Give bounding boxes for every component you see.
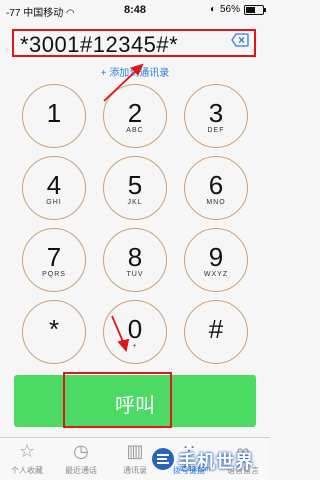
add-to-contacts-link[interactable]: + 添加到通讯录 (0, 64, 270, 79)
key-6[interactable]: 6 MNO (184, 156, 248, 220)
key-digit: 2 (127, 98, 143, 128)
key-1[interactable]: 1 (22, 84, 86, 148)
key-digit: 7 (46, 242, 62, 272)
star-icon: ☆ (18, 441, 36, 461)
tab-label: 个人收藏 (11, 466, 43, 475)
key-0[interactable]: 0 + (103, 300, 167, 364)
backspace-icon[interactable] (231, 33, 249, 47)
clock-icon: ◷ (73, 441, 89, 461)
lock-rotation-icon: ◐ (209, 4, 216, 15)
watermark-site: 3533.com (180, 466, 211, 473)
key-letters: GHI (46, 199, 62, 206)
dialed-number: *3001#12345#* (20, 32, 179, 57)
key-letters: MNO (206, 199, 226, 206)
key-2[interactable]: 2 ABC (103, 84, 167, 148)
key-digit: 0 (127, 314, 143, 344)
key-letters: WXYZ (203, 271, 229, 278)
key-digit: 8 (127, 242, 143, 272)
key-hash[interactable]: # (184, 300, 248, 364)
key-letters: TUV (126, 271, 144, 278)
battery-percent: 56% (219, 4, 240, 15)
key-3[interactable]: 3 DEF (184, 84, 248, 148)
key-8[interactable]: 8 TUV (103, 228, 167, 292)
key-digit: 9 (208, 242, 224, 272)
tab-label: 最近通话 (65, 466, 97, 475)
key-digit: 1 (46, 98, 62, 128)
key-digit: 3 (208, 98, 224, 128)
watermark-emblem-icon (152, 448, 174, 470)
dialed-number-highlight: *3001#12345#* (12, 29, 256, 57)
key-letters: ABC (126, 127, 144, 134)
key-digit: * (48, 314, 60, 344)
call-button-highlight (63, 372, 172, 428)
watermark-logo: 手机世界 3533.com (150, 442, 268, 478)
key-digit: 4 (46, 170, 62, 200)
key-letters: JKL (127, 199, 143, 206)
key-digit: # (208, 314, 224, 344)
key-7[interactable]: 7 PQRS (22, 228, 86, 292)
battery-icon (244, 4, 266, 15)
key-4[interactable]: 4 GHI (22, 156, 86, 220)
key-9[interactable]: 9 WXYZ (184, 228, 248, 292)
tab-favorites[interactable]: ☆ 个人收藏 (0, 438, 54, 480)
tab-recents[interactable]: ◷ 最近通话 (54, 438, 108, 480)
status-bar: -77 中国移动 ◠ 8:48 ◐ 56% (0, 0, 270, 20)
key-star[interactable]: * (22, 300, 86, 364)
key-letters: + (132, 343, 138, 350)
key-5[interactable]: 5 JKL (103, 156, 167, 220)
status-right: ◐ 56% (209, 4, 266, 15)
key-letters: DEF (207, 127, 225, 134)
key-digit: 6 (208, 170, 224, 200)
key-digit: 5 (127, 170, 143, 200)
key-letters: PQRS (42, 271, 66, 278)
